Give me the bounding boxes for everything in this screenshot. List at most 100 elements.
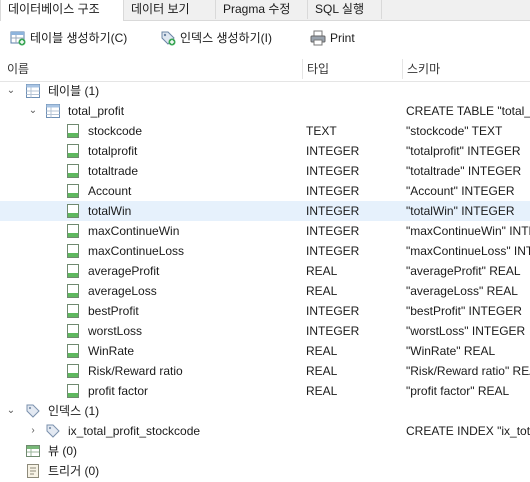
tree-field-row[interactable]: totaltrade INTEGER "totaltrade" INTEGER: [0, 161, 530, 181]
field-type: INTEGER: [306, 324, 360, 338]
field-type: REAL: [306, 344, 338, 358]
tab-label: 데이터베이스 구조: [8, 2, 100, 16]
tree-table-row[interactable]: ⌄ total_profit CREATE TABLE "total_profi…: [0, 101, 530, 121]
field-type: INTEGER: [306, 244, 360, 258]
tab-edit-pragmas[interactable]: Pragma 수정: [216, 0, 308, 19]
field-name: Account: [88, 184, 132, 198]
index-tag-icon: [26, 404, 40, 418]
field-name: Risk/Reward ratio: [88, 364, 183, 378]
field-type: INTEGER: [306, 144, 360, 158]
field-icon: [67, 264, 79, 278]
field-icon: [67, 384, 79, 398]
field-icon: [67, 144, 79, 158]
tree-field-row[interactable]: WinRate REAL "WinRate" REAL: [0, 341, 530, 361]
chevron-down-icon[interactable]: ⌄: [6, 401, 16, 421]
tree-field-row[interactable]: averageProfit REAL "averageProfit" REAL: [0, 261, 530, 281]
tree-field-row[interactable]: stockcode TEXT "stockcode" TEXT: [0, 121, 530, 141]
field-name: totaltrade: [88, 164, 139, 178]
field-type: REAL: [306, 364, 338, 378]
toolbar: 테이블 생성하기(C) 인덱스 생성하기(I) Print: [0, 21, 530, 58]
tree-index-row[interactable]: › ix_total_profit_stockcode CREATE INDEX…: [0, 421, 530, 441]
column-divider[interactable]: [402, 59, 403, 79]
create-table-label: 테이블 생성하기(C): [30, 31, 128, 45]
field-icon: [67, 164, 79, 178]
index-tag-icon: [46, 424, 60, 438]
create-table-button[interactable]: 테이블 생성하기(C): [10, 27, 127, 49]
field-schema: "worstLoss" INTEGER: [406, 324, 526, 338]
printer-icon: [310, 30, 326, 46]
field-schema: "bestProfit" INTEGER: [406, 304, 522, 318]
column-label: 이름: [7, 62, 30, 76]
field-name: profit factor: [88, 384, 149, 398]
column-divider[interactable]: [302, 59, 303, 79]
field-schema: "WinRate" REAL: [406, 344, 496, 358]
print-button[interactable]: Print: [310, 27, 355, 49]
field-name: WinRate: [88, 344, 135, 358]
field-name: averageLoss: [88, 284, 157, 298]
tree-field-row[interactable]: worstLoss INTEGER "worstLoss" INTEGER: [0, 321, 530, 341]
tree-field-row[interactable]: maxContinueLoss INTEGER "maxContinueLoss…: [0, 241, 530, 261]
table-icon: [26, 84, 40, 98]
field-icon: [67, 184, 79, 198]
tree-label: 트리거 (0): [48, 464, 100, 478]
tree-group-views[interactable]: 뷰 (0): [0, 441, 530, 461]
chevron-down-icon[interactable]: ⌄: [28, 101, 38, 121]
field-type: INTEGER: [306, 224, 360, 238]
tree-group-indexes[interactable]: ⌄ 인덱스 (1): [0, 401, 530, 421]
field-icon: [67, 124, 79, 138]
field-name: totalprofit: [88, 144, 138, 158]
chevron-right-icon[interactable]: ›: [28, 421, 38, 441]
field-type: INTEGER: [306, 164, 360, 178]
tree-field-row[interactable]: totalprofit INTEGER "totalprofit" INTEGE…: [0, 141, 530, 161]
tab-bar: 데이터베이스 구조 데이터 보기 Pragma 수정 SQL 실행: [0, 0, 530, 21]
tree-field-row[interactable]: Risk/Reward ratio REAL "Risk/Reward rati…: [0, 361, 530, 381]
field-name: averageProfit: [88, 264, 160, 278]
tree-header: 이름 타입 스키마: [0, 57, 530, 82]
tree-group-triggers[interactable]: 트리거 (0): [0, 461, 530, 481]
create-index-button[interactable]: 인덱스 생성하기(I): [160, 27, 272, 49]
tree-field-row[interactable]: Account INTEGER "Account" INTEGER: [0, 181, 530, 201]
field-icon: [67, 224, 79, 238]
tab-label: Pragma 수정: [223, 2, 291, 16]
column-label: 타입: [307, 62, 330, 76]
tree-label: 테이블 (1): [48, 84, 100, 98]
field-schema: "averageProfit" REAL: [406, 264, 521, 278]
tab-execute-sql[interactable]: SQL 실행: [308, 0, 382, 19]
tab-label: SQL 실행: [315, 2, 364, 16]
tree-label: 뷰 (0): [48, 444, 78, 458]
field-icon: [67, 244, 79, 258]
field-name: totalWin: [88, 204, 132, 218]
field-schema: "totalWin" INTEGER: [406, 204, 515, 218]
field-type: INTEGER: [306, 204, 360, 218]
tree-field-row-selected[interactable]: totalWin INTEGER "totalWin" INTEGER: [0, 201, 530, 221]
field-schema: "totaltrade" INTEGER: [406, 164, 522, 178]
field-type: REAL: [306, 264, 338, 278]
field-icon: [67, 344, 79, 358]
column-header-name[interactable]: 이름: [7, 57, 29, 81]
tab-browse-data[interactable]: 데이터 보기: [124, 0, 216, 19]
tree-group-tables[interactable]: ⌄ 테이블 (1): [0, 81, 530, 101]
field-icon: [67, 304, 79, 318]
tree-field-row[interactable]: profit factor REAL "profit factor" REAL: [0, 381, 530, 401]
field-schema: "Risk/Reward ratio" REAL: [406, 364, 530, 378]
index-add-icon: [161, 31, 176, 46]
column-label: 스키마: [407, 62, 441, 76]
field-schema: "Account" INTEGER: [406, 184, 515, 198]
table-add-icon: [10, 31, 26, 46]
field-icon: [67, 364, 79, 378]
tree-label: 인덱스 (1): [48, 404, 100, 418]
column-header-type[interactable]: 타입: [307, 57, 329, 81]
field-schema: "averageLoss" REAL: [406, 284, 518, 298]
field-name: bestProfit: [88, 304, 139, 318]
column-header-schema[interactable]: 스키마: [407, 57, 440, 81]
tree-field-row[interactable]: bestProfit INTEGER "bestProfit" INTEGER: [0, 301, 530, 321]
create-index-label: 인덱스 생성하기(I): [180, 31, 272, 45]
tree-field-row[interactable]: maxContinueWin INTEGER "maxContinueWin" …: [0, 221, 530, 241]
tab-database-structure[interactable]: 데이터베이스 구조: [0, 0, 124, 21]
tree-field-row[interactable]: averageLoss REAL "averageLoss" REAL: [0, 281, 530, 301]
chevron-down-icon[interactable]: ⌄: [6, 81, 16, 101]
field-type: INTEGER: [306, 184, 360, 198]
tab-label: 데이터 보기: [131, 2, 190, 16]
index-schema: CREATE INDEX "ix_total_profit_stockcode": [406, 424, 530, 438]
field-schema: "totalprofit" INTEGER: [406, 144, 521, 158]
